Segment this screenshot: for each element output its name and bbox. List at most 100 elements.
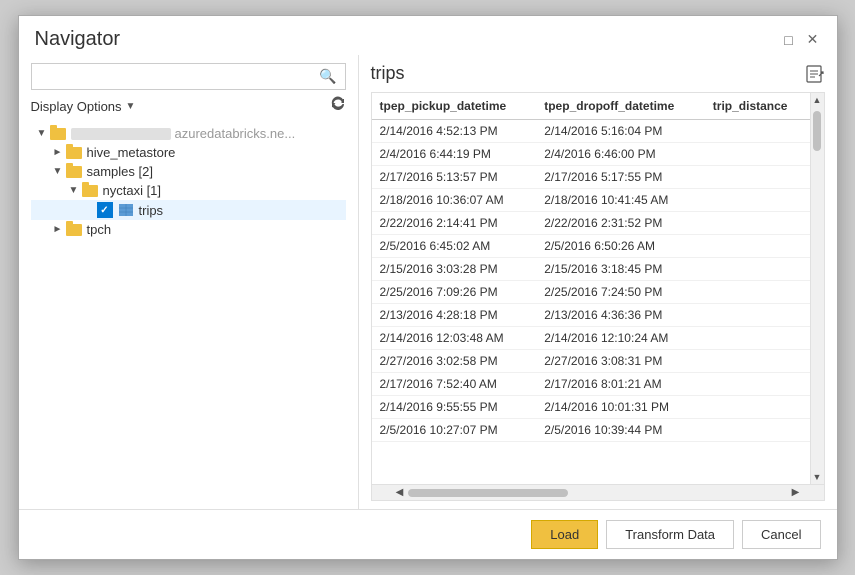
check-icon: ✓ [100, 205, 108, 216]
tpch-label: tpch [87, 222, 112, 237]
table-row: 2/18/2016 10:36:07 AM2/18/2016 10:41:45 … [372, 189, 810, 212]
table-cell [705, 166, 810, 189]
table-row: 2/4/2016 6:44:19 PM2/4/2016 6:46:00 PM [372, 143, 810, 166]
dialog-title: Navigator [35, 28, 121, 51]
folder-icon [49, 127, 67, 141]
title-bar: Navigator □ ✕ [19, 16, 837, 55]
search-input[interactable] [40, 69, 320, 84]
tree-item-samples[interactable]: ▼ samples [2] [31, 162, 346, 181]
tree-item-nyctaxi[interactable]: ▼ nyctaxi [1] [31, 181, 346, 200]
table-cell: 2/17/2016 8:01:21 AM [536, 373, 705, 396]
tree-item-trips[interactable]: ✓ trips [31, 200, 346, 220]
display-options-row: Display Options ▼ [31, 96, 346, 116]
table-cell: 2/5/2016 6:50:26 AM [536, 235, 705, 258]
search-box[interactable]: 🔍 [31, 63, 346, 90]
hscroll-right-button[interactable]: ▶ [788, 485, 804, 501]
chevron-icon: ▼ [35, 127, 49, 141]
trips-checkbox[interactable]: ✓ [97, 202, 113, 218]
table-cell [705, 189, 810, 212]
table-cell: 2/14/2016 12:03:48 AM [372, 327, 537, 350]
minimize-button[interactable]: □ [781, 32, 797, 48]
table-cell: 2/17/2016 5:13:57 PM [372, 166, 537, 189]
load-button[interactable]: Load [531, 520, 598, 549]
close-button[interactable]: ✕ [805, 32, 821, 48]
table-row: 2/22/2016 2:14:41 PM2/22/2016 2:31:52 PM [372, 212, 810, 235]
table-row: 2/5/2016 10:27:07 PM2/5/2016 10:39:44 PM [372, 419, 810, 442]
tree-container: ▼ azuredatabricks.ne... ► hive_metastore [31, 124, 346, 501]
table-cell [705, 304, 810, 327]
trips-label: trips [139, 203, 164, 218]
chevron-icon: ► [51, 223, 65, 237]
navigator-dialog: Navigator □ ✕ 🔍 Display Options ▼ [18, 15, 838, 560]
hscroll-left-button[interactable]: ◀ [392, 485, 408, 501]
search-icon: 🔍 [319, 68, 336, 85]
table-cell: 2/27/2016 3:08:31 PM [536, 350, 705, 373]
table-cell: 2/22/2016 2:14:41 PM [372, 212, 537, 235]
display-options-label: Display Options [31, 99, 122, 114]
table-cell: 2/14/2016 4:52:13 PM [372, 120, 537, 143]
table-cell: 2/18/2016 10:41:45 AM [536, 189, 705, 212]
chevron-icon: ▼ [67, 184, 81, 198]
table-cell: 2/5/2016 10:27:07 PM [372, 419, 537, 442]
folder-icon [81, 184, 99, 198]
export-icon [805, 64, 825, 84]
tree-item-hive-metastore[interactable]: ► hive_metastore [31, 143, 346, 162]
right-panel: trips tpep_pickup_datetime [359, 55, 837, 509]
table-cell [705, 419, 810, 442]
main-content: 🔍 Display Options ▼ ▼ [19, 55, 837, 509]
table-cell: 2/22/2016 2:31:52 PM [536, 212, 705, 235]
chevron-icon: ► [51, 146, 65, 160]
footer: Load Transform Data Cancel [19, 509, 837, 559]
table-icon [117, 203, 135, 217]
table-row: 2/14/2016 12:03:48 AM2/14/2016 12:10:24 … [372, 327, 810, 350]
col-header-distance: trip_distance [705, 93, 810, 120]
scroll-track [811, 107, 824, 470]
table-row: 2/14/2016 4:52:13 PM2/14/2016 5:16:04 PM [372, 120, 810, 143]
folder-icon [65, 223, 83, 237]
table-cell [705, 350, 810, 373]
table-row: 2/27/2016 3:02:58 PM2/27/2016 3:08:31 PM [372, 350, 810, 373]
table-scroll-wrapper[interactable]: tpep_pickup_datetime tpep_dropoff_dateti… [372, 93, 810, 484]
nyctaxi-label: nyctaxi [1] [103, 183, 162, 198]
dropdown-arrow-icon: ▼ [126, 101, 136, 112]
table-cell: 2/4/2016 6:44:19 PM [372, 143, 537, 166]
table-row: 2/25/2016 7:09:26 PM2/25/2016 7:24:50 PM [372, 281, 810, 304]
scroll-down-button[interactable]: ▼ [810, 470, 824, 484]
folder-icon [65, 146, 83, 160]
chevron-icon: ▼ [51, 165, 65, 179]
transform-data-button[interactable]: Transform Data [606, 520, 734, 549]
horizontal-scrollbar[interactable]: ◀ ▶ [372, 484, 824, 500]
table-row: 2/13/2016 4:28:18 PM2/13/2016 4:36:36 PM [372, 304, 810, 327]
refresh-button[interactable] [330, 96, 346, 116]
table-row: 2/15/2016 3:03:28 PM2/15/2016 3:18:45 PM [372, 258, 810, 281]
table-cell [705, 373, 810, 396]
table-row: 2/17/2016 5:13:57 PM2/17/2016 5:17:55 PM [372, 166, 810, 189]
vertical-scrollbar[interactable]: ▲ ▼ [810, 93, 824, 484]
table-cell: 2/14/2016 9:55:55 PM [372, 396, 537, 419]
left-panel: 🔍 Display Options ▼ ▼ [19, 55, 359, 509]
table-cell: 2/5/2016 10:39:44 PM [536, 419, 705, 442]
table-cell: 2/13/2016 4:28:18 PM [372, 304, 537, 327]
table-cell [705, 143, 810, 166]
table-cell: 2/5/2016 6:45:02 AM [372, 235, 537, 258]
scroll-up-button[interactable]: ▲ [810, 93, 824, 107]
table-cell: 2/25/2016 7:24:50 PM [536, 281, 705, 304]
table-cell [705, 258, 810, 281]
display-options-button[interactable]: Display Options ▼ [31, 99, 136, 114]
table-scroll-area: tpep_pickup_datetime tpep_dropoff_dateti… [372, 93, 824, 484]
scroll-thumb[interactable] [813, 111, 821, 151]
right-panel-header: trips [371, 63, 825, 84]
table-cell [705, 327, 810, 350]
table-row: 2/14/2016 9:55:55 PM2/14/2016 10:01:31 P… [372, 396, 810, 419]
tree-item-tpch[interactable]: ► tpch [31, 220, 346, 239]
table-cell: 2/14/2016 10:01:31 PM [536, 396, 705, 419]
table-cell: 2/18/2016 10:36:07 AM [372, 189, 537, 212]
tree-item-root[interactable]: ▼ azuredatabricks.ne... [31, 124, 346, 143]
table-cell: 2/14/2016 12:10:24 AM [536, 327, 705, 350]
col-header-dropoff: tpep_dropoff_datetime [536, 93, 705, 120]
cancel-button[interactable]: Cancel [742, 520, 820, 549]
table-cell: 2/25/2016 7:09:26 PM [372, 281, 537, 304]
hscroll-thumb[interactable] [408, 489, 568, 497]
hive-metastore-label: hive_metastore [87, 145, 176, 160]
data-table-container: tpep_pickup_datetime tpep_dropoff_dateti… [371, 92, 825, 501]
